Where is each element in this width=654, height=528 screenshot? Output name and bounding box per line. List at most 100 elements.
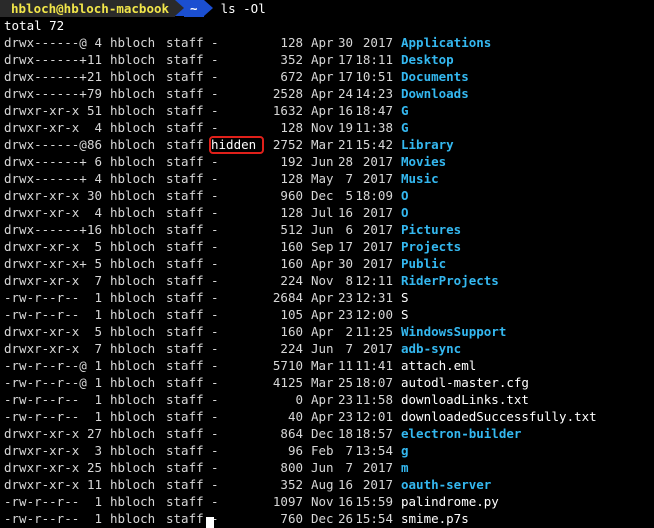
entry-day: 30 — [337, 35, 353, 50]
entry-perm: drwx------+ — [4, 222, 87, 237]
entry-group: staff — [166, 324, 204, 339]
entry-user: hbloch — [110, 409, 156, 424]
entry-group: staff — [166, 188, 204, 203]
entry-month: Jul — [311, 205, 334, 220]
entry-links: 1 — [94, 290, 102, 305]
listing-row: -rw-r--r-- 1 hbloch staff -760 Dec 26 15:54 smim… — [4, 510, 654, 527]
entry-size: 2684 — [272, 290, 303, 305]
entry-name: palindrome.py — [401, 494, 499, 509]
entry-flags: - — [211, 35, 219, 50]
entry-user: hbloch — [110, 307, 156, 322]
entry-size: 0 — [295, 392, 303, 407]
entry-month: Apr — [311, 35, 334, 50]
entry-size: 1097 — [272, 494, 303, 509]
entry-links: 1 — [94, 494, 102, 509]
entry-links: 4 — [94, 205, 102, 220]
terminal-window[interactable]: hbloch@hbloch-macbook ~ ls -Ol total 72 … — [0, 0, 654, 528]
entry-user: hbloch — [110, 443, 156, 458]
entry-flags: - — [211, 341, 219, 356]
entry-name: Movies — [401, 154, 447, 169]
entry-links: 7 — [94, 273, 102, 288]
entry-user: hbloch — [110, 511, 156, 526]
entry-month: Apr — [311, 86, 334, 101]
entry-month: Apr — [311, 324, 334, 339]
entry-size: 5710 — [272, 358, 303, 373]
entry-month: Apr — [311, 69, 334, 84]
entry-user: hbloch — [110, 120, 156, 135]
entry-group: staff — [166, 52, 204, 67]
listing-row: drwx------+ 4 hbloch staff - 128 May 7 2017 Music — [4, 170, 654, 187]
entry-user: hbloch — [110, 86, 156, 101]
listing-row: drwxr-xr-x 7 hbloch staff - 224 Nov 8 12:11 Rider… — [4, 272, 654, 289]
entry-links: 30 — [86, 188, 102, 203]
entry-user: hbloch — [110, 103, 156, 118]
entry-time: 18:11 — [355, 52, 393, 67]
entry-name: attach.eml — [401, 358, 477, 373]
entry-month: Apr — [311, 256, 334, 271]
entry-links: 16 — [86, 222, 102, 237]
entry-name: Documents — [401, 69, 469, 84]
listing-row: drwx------+ 21 hbloch staff - 672 Apr 17 10:51 Do… — [4, 68, 654, 85]
entry-time: 2017 — [362, 222, 393, 237]
entry-flags: - — [211, 239, 219, 254]
entry-time: 14:23 — [355, 86, 393, 101]
entry-time: 10:51 — [355, 69, 393, 84]
entry-perm: drwx------@ — [4, 35, 87, 50]
entry-day: 16 — [337, 494, 353, 509]
entry-group: staff — [166, 256, 204, 271]
entry-group: staff — [166, 239, 204, 254]
entry-user: hbloch — [110, 494, 156, 509]
entry-user: hbloch — [110, 324, 156, 339]
entry-flags: - — [211, 443, 219, 458]
entry-group: staff — [166, 307, 204, 322]
entry-day: 19 — [337, 120, 353, 135]
entry-size: 864 — [280, 426, 303, 441]
entry-links: 27 — [86, 426, 102, 441]
entry-name: Projects — [401, 239, 462, 254]
entry-perm: drwxr-xr-x — [4, 273, 80, 288]
entry-time: 2017 — [362, 171, 393, 186]
entry-perm: -rw-r--r-- — [4, 290, 80, 305]
entry-links: 21 — [86, 69, 102, 84]
entry-month: Apr — [311, 103, 334, 118]
entry-month: Apr — [311, 392, 334, 407]
entry-flags: - — [211, 222, 219, 237]
entry-perm: -rw-r--r-- — [4, 392, 80, 407]
entry-name: Pictures — [401, 222, 462, 237]
entry-name: Public — [401, 256, 447, 271]
entry-time: 2017 — [362, 256, 393, 271]
entry-links: 3 — [94, 443, 102, 458]
listing-row: -rw-r--r-- 1 hbloch staff - 1097 Nov 16 15:59 pal… — [4, 493, 654, 510]
entry-size: 800 — [280, 460, 303, 475]
entry-flags: - — [211, 426, 219, 441]
entry-group: staff — [166, 494, 204, 509]
entry-perm: drwx------+ — [4, 154, 87, 169]
entry-day: 17 — [337, 239, 353, 254]
entry-size: 105 — [280, 307, 303, 322]
listing-row: drwxr-xr-x 4 hbloch staff - 128 Jul 16 2017 O — [4, 204, 654, 221]
entry-group: staff — [166, 137, 204, 152]
entry-time: 12:01 — [355, 409, 393, 424]
entry-day: 16 — [337, 477, 353, 492]
entry-name: O — [401, 205, 409, 220]
listing-row: drwxr-xr-x 7 hbloch staff - 224 Jun 7 2017 adb-sy… — [4, 340, 654, 357]
entry-links: 79 — [86, 86, 102, 101]
entry-group: staff — [166, 511, 204, 526]
entry-perm: -rw-r--r-- — [4, 511, 80, 526]
entry-size: 1632 — [272, 103, 303, 118]
entry-name: S — [401, 290, 409, 305]
entry-links: 7 — [94, 341, 102, 356]
entry-size: 128 — [280, 205, 303, 220]
entry-size: 160 — [280, 256, 303, 271]
entry-user: hbloch — [110, 171, 156, 186]
entry-group: staff — [166, 392, 204, 407]
entry-size: 128 — [280, 35, 303, 50]
entry-month: Mar — [311, 358, 334, 373]
listing-row: drwx------@ 4 hbloch staff - 128 Apr 30 2017 Appl… — [4, 34, 654, 51]
entry-flags: - — [211, 477, 219, 492]
listing-row: drwxr-xr-x 25 hbloch staff - 800 Jun 7 2017 m — [4, 459, 654, 476]
entry-group: staff — [166, 375, 204, 390]
entry-group: staff — [166, 222, 204, 237]
entry-flags: - — [211, 103, 219, 118]
entry-time: 2017 — [362, 341, 393, 356]
